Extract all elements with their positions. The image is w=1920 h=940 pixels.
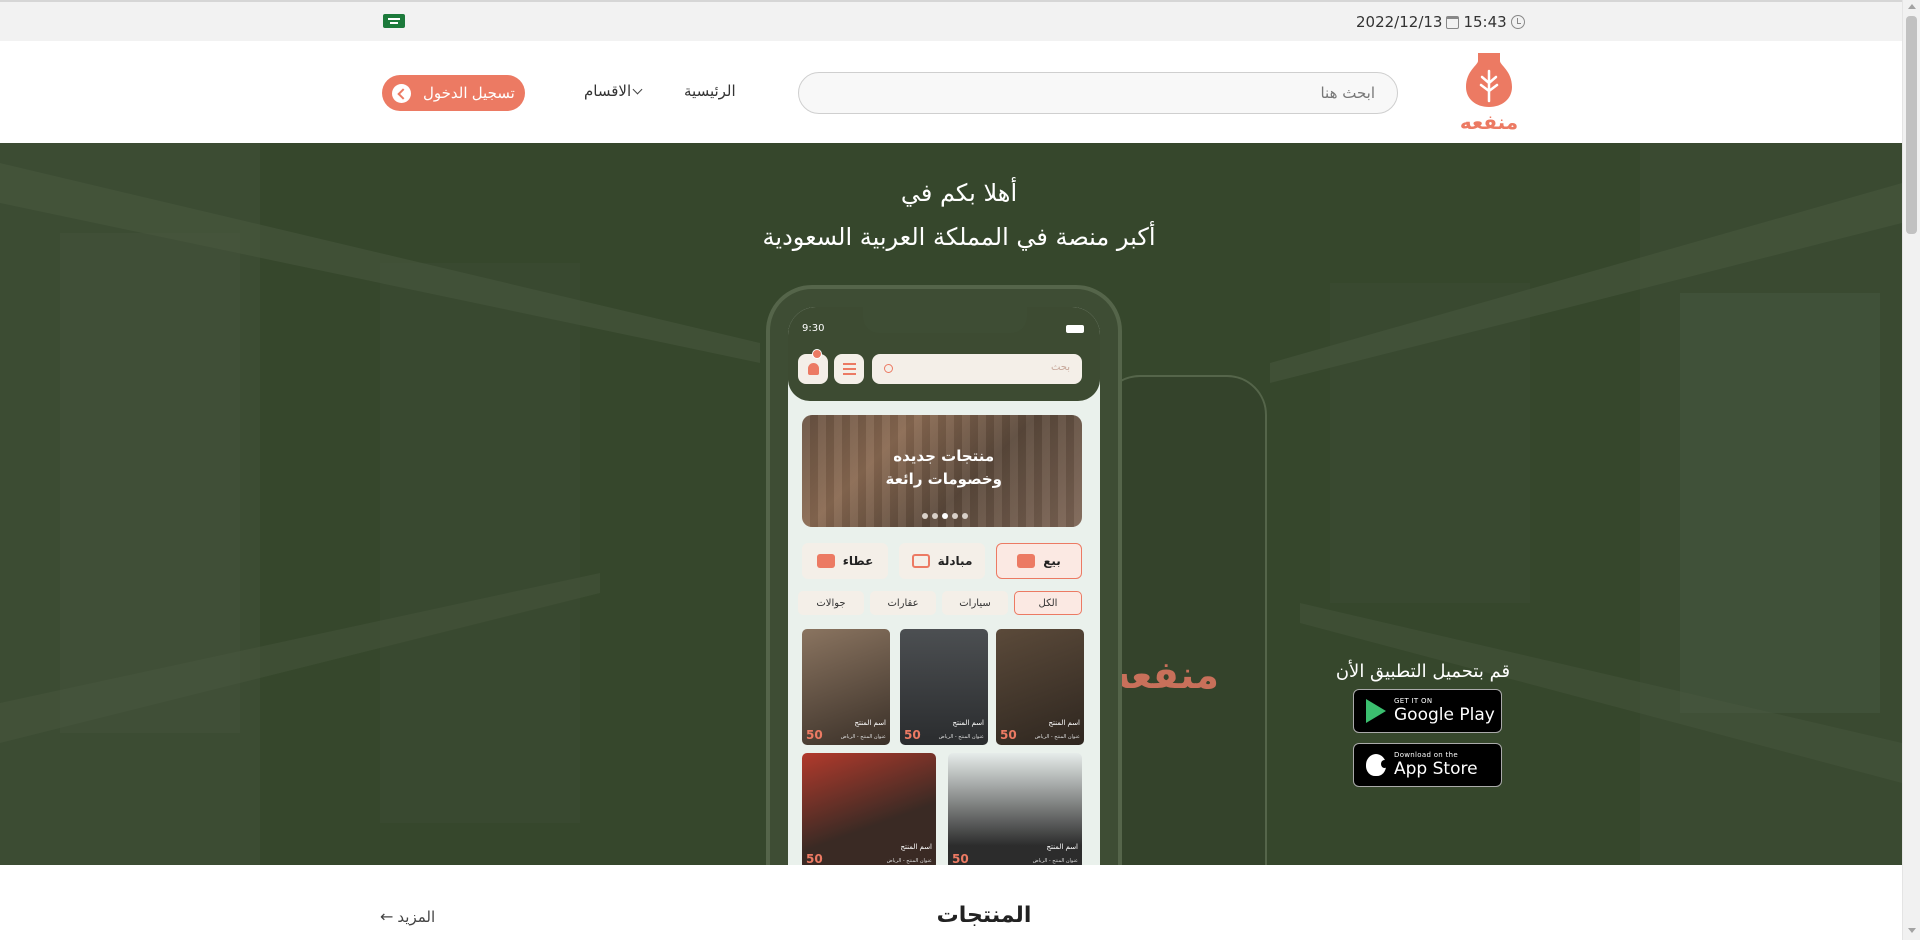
phone-banner-text: منتجات جديده وخصومات رائعة bbox=[885, 445, 1002, 491]
product-name: اسم المنتج bbox=[1048, 719, 1080, 727]
search-input[interactable] bbox=[798, 72, 1398, 114]
action-sell-label: بيع bbox=[1043, 554, 1061, 568]
date-text: 2022/12/13 bbox=[1356, 13, 1443, 31]
scrollbar-thumb[interactable] bbox=[1906, 16, 1917, 234]
phone-screen: 9:30 بحث منتجات جديده وخصومات رائعة بيع bbox=[788, 307, 1100, 865]
scroll-up-arrow-icon[interactable] bbox=[1908, 4, 1916, 9]
app-store-big-text: App Store bbox=[1394, 759, 1478, 779]
date-time: 2022/12/13 15:43 bbox=[1356, 13, 1525, 31]
product-location: عنوان المنتج - الرياض bbox=[1032, 858, 1078, 864]
hero-title-line2: أكبر منصة في المملكة العربية السعودية bbox=[762, 223, 1156, 251]
action-exchange-label: مبادلة bbox=[937, 554, 973, 568]
app-store-button[interactable]: Download on the App Store bbox=[1353, 743, 1502, 787]
google-play-button[interactable]: GET IT ON Google Play bbox=[1353, 689, 1502, 733]
calendar-icon bbox=[1446, 15, 1460, 29]
more-products-link[interactable]: ← المزيد bbox=[380, 907, 435, 926]
saudi-flag-icon[interactable] bbox=[383, 14, 405, 28]
phone-tab-realestate: عقارات bbox=[870, 591, 936, 615]
phone-tab-phones: جوالات bbox=[798, 591, 864, 615]
site-header: منفعه الرئيسية الاقسام تسجيل الدخول bbox=[0, 41, 1902, 143]
product-price: 50 bbox=[904, 728, 921, 742]
product-name: اسم المنتج bbox=[854, 719, 886, 727]
phone-mockup: 9:30 بحث منتجات جديده وخصومات رائعة بيع bbox=[766, 285, 1122, 865]
back-phone-logo: منفعه bbox=[1108, 653, 1219, 697]
page-scrollbar[interactable] bbox=[1902, 0, 1920, 940]
google-play-big-text: Google Play bbox=[1394, 705, 1495, 725]
hero-section: أهلا بكم في أكبر منصة في المملكة العربية… bbox=[0, 143, 1902, 865]
search-icon bbox=[884, 364, 893, 373]
login-label: تسجيل الدخول bbox=[423, 85, 515, 102]
phone-search-field: بحث bbox=[872, 354, 1082, 384]
phone-product-card: اسم المنتج عنوان المنتج - الرياض 50 bbox=[802, 753, 936, 865]
product-name: اسم المنتج bbox=[900, 843, 932, 851]
phone-banner: منتجات جديده وخصومات رائعة bbox=[802, 415, 1082, 527]
battery-icon bbox=[1066, 325, 1084, 333]
login-button[interactable]: تسجيل الدخول bbox=[382, 75, 525, 111]
google-play-icon bbox=[1366, 699, 1386, 723]
logo-text: منفعه bbox=[1460, 110, 1518, 133]
sale-tag-icon bbox=[1017, 554, 1036, 568]
phone-product-card: اسم المنتج عنوان المنتج - الرياض 50 bbox=[996, 629, 1084, 745]
product-location: عنوان المنتج - الرياض bbox=[1034, 734, 1080, 740]
giving-hand-icon bbox=[816, 554, 835, 568]
banner-dots bbox=[922, 513, 968, 519]
product-location: عنوان المنتج - الرياض bbox=[840, 734, 886, 740]
clock-icon bbox=[1510, 15, 1525, 29]
back-phone-mockup bbox=[1100, 375, 1267, 865]
chevron-left-icon bbox=[392, 83, 411, 103]
swap-icon bbox=[911, 554, 930, 568]
nav-categories-dropdown[interactable]: الاقسام bbox=[584, 82, 643, 100]
download-app-label: قم بتحميل التطبيق الأن bbox=[1335, 661, 1511, 682]
scroll-down-arrow-icon[interactable] bbox=[1908, 928, 1916, 933]
phone-action-sell: بيع bbox=[996, 543, 1082, 579]
phone-product-card: اسم المنتج عنوان المنتج - الرياض 50 bbox=[802, 629, 890, 745]
product-name: اسم المنتج bbox=[1046, 843, 1078, 851]
more-label: المزيد bbox=[397, 907, 436, 926]
product-price: 50 bbox=[1000, 728, 1017, 742]
chevron-down-icon bbox=[632, 84, 643, 94]
arrow-left-icon: ← bbox=[380, 907, 394, 926]
banner-line1: منتجات جديده bbox=[893, 447, 995, 465]
top-bar: 2022/12/13 15:43 bbox=[0, 0, 1902, 41]
site-logo[interactable]: منفعه bbox=[1454, 49, 1524, 133]
products-section-title: المنتجات bbox=[936, 903, 1032, 928]
product-name: اسم المنتج bbox=[952, 719, 984, 727]
action-give-label: عطاء bbox=[842, 554, 874, 568]
product-price: 50 bbox=[952, 852, 969, 865]
hero-title-line1: أهلا بكم في bbox=[900, 179, 1018, 207]
phone-header: 9:30 بحث bbox=[788, 307, 1100, 401]
phone-product-card: اسم المنتج عنوان المنتج - الرياض 50 bbox=[900, 629, 988, 745]
phone-product-card: اسم المنتج عنوان المنتج - الرياض 50 bbox=[948, 753, 1082, 865]
phone-action-give: عطاء bbox=[802, 543, 888, 579]
product-location: عنوان المنتج - الرياض bbox=[886, 858, 932, 864]
nav-categories-label: الاقسام bbox=[584, 82, 632, 100]
product-price: 50 bbox=[806, 728, 823, 742]
product-location: عنوان المنتج - الرياض bbox=[938, 734, 984, 740]
filter-icon bbox=[834, 354, 864, 384]
bell-icon bbox=[798, 354, 828, 384]
google-play-small-text: GET IT ON bbox=[1394, 697, 1433, 705]
notification-badge bbox=[812, 349, 822, 359]
phone-tab-all: الكل bbox=[1014, 591, 1082, 615]
phone-notch bbox=[863, 307, 1027, 333]
phone-action-exchange: مبادلة bbox=[899, 543, 985, 579]
nav-home-link[interactable]: الرئيسية bbox=[684, 82, 736, 100]
phone-tab-cars: سيارات bbox=[942, 591, 1008, 615]
banner-line2: وخصومات رائعة bbox=[885, 470, 1002, 488]
apple-icon bbox=[1366, 754, 1388, 776]
phone-status-time: 9:30 bbox=[802, 323, 825, 334]
app-store-small-text: Download on the bbox=[1394, 751, 1458, 759]
time-text: 15:43 bbox=[1463, 13, 1507, 31]
product-price: 50 bbox=[806, 852, 823, 865]
